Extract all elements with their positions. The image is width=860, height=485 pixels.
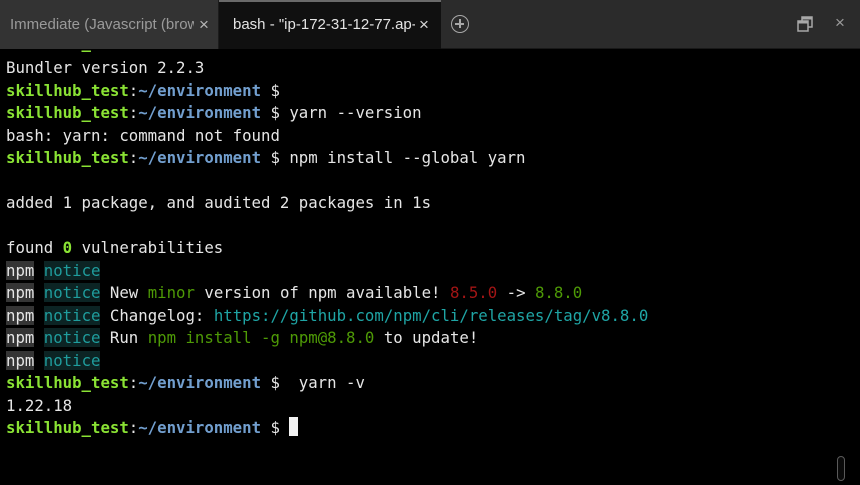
- npm-tag: npm: [6, 350, 35, 370]
- prompt-path: ~/environment: [138, 103, 262, 122]
- output-text: $ yarn --version: [261, 103, 422, 122]
- prompt-user: skillhub_test: [6, 148, 129, 167]
- output-text: 1.22.18: [6, 395, 73, 415]
- output-text: found: [6, 238, 63, 257]
- terminal-cursor: [289, 417, 299, 436]
- output-text: Bundler version 2.2.3: [6, 58, 205, 77]
- terminal-line: skillhub_test:~/environment $: [6, 417, 648, 440]
- output-text: Changelog:: [100, 305, 214, 325]
- tab-immediate-javascript[interactable]: Immediate (Javascript (brows ×: [0, 0, 219, 49]
- output-text: added 1 package, and audited 2 packages …: [6, 193, 432, 212]
- prompt-user: skillhub_test: [6, 373, 129, 392]
- output-text: :: [128, 418, 139, 437]
- terminal-line: skillhub_test:~/environment $ npm instal…: [6, 147, 648, 170]
- restore-window-icon[interactable]: [797, 16, 813, 32]
- output-text: :: [128, 148, 139, 167]
- npm-tag: npm: [6, 305, 35, 325]
- output-text: New: [100, 283, 148, 302]
- highlight-green: 8.8.0: [534, 283, 583, 302]
- highlight-green: npm install -g npm@8.8.0: [147, 328, 375, 347]
- terminal-line: npm notice: [6, 350, 648, 373]
- output-text: :: [128, 373, 139, 392]
- terminal-line: 1.22.18: [6, 395, 648, 418]
- changelog-link: https://github.com/npm/cli/releases/tag/…: [213, 305, 649, 325]
- output-text: version of npm available!: [194, 283, 450, 302]
- scrolled-line-fragment: skillhub_test: [0, 49, 860, 55]
- output-text: Run: [100, 328, 148, 347]
- plus-circle-icon[interactable]: [451, 15, 469, 33]
- terminal-output[interactable]: skillhub_test Bundler version 2.2.3 skill…: [0, 49, 860, 485]
- tab-label: Immediate (Javascript (brows: [10, 16, 194, 33]
- scrollbar-thumb[interactable]: [837, 456, 845, 481]
- terminal-line: Bundler version 2.2.3: [6, 57, 648, 80]
- terminal-lines: Bundler version 2.2.3 skillhub_test:~/env…: [6, 57, 648, 440]
- terminal-line: skillhub_test:~/environment $ yarn --ver…: [6, 102, 648, 125]
- output-text: $: [261, 418, 290, 437]
- tab-bar: Immediate (Javascript (brows × bash - "i…: [0, 0, 860, 49]
- terminal-line: added 1 package, and audited 2 packages …: [6, 192, 648, 215]
- output-text: $ yarn -v: [261, 373, 365, 392]
- prompt-path: ~/environment: [138, 418, 262, 437]
- npm-tag: npm: [6, 260, 35, 280]
- notice-tag: notice: [43, 350, 101, 370]
- terminal-line: bash: yarn: command not found: [6, 125, 648, 148]
- terminal-line: npm notice Run npm install -g npm@8.8.0 …: [6, 327, 648, 350]
- output-text: :: [128, 80, 139, 100]
- prompt-user: skillhub_test: [6, 80, 129, 100]
- terminal-line: npm notice Changelog: https://github.com…: [6, 305, 648, 328]
- terminal-line: npm notice New minor version of npm avai…: [6, 282, 648, 305]
- terminal-line: skillhub_test:~/environment $ yarn -v: [6, 372, 648, 395]
- prompt-user: skillhub_test: [6, 418, 129, 437]
- prompt-path: ~/environment: [138, 373, 262, 392]
- output-text: $: [261, 80, 280, 100]
- prompt-path: ~/environment: [138, 80, 262, 100]
- notice-tag: notice: [43, 260, 101, 280]
- old-version: 8.5.0: [449, 283, 498, 302]
- output-text: ->: [497, 283, 535, 302]
- output-text: bash: yarn: command not found: [6, 125, 280, 145]
- notice-tag: notice: [43, 328, 101, 347]
- terminal-line: found 0 vulnerabilities: [6, 237, 648, 260]
- output-text: $ npm install --global yarn: [261, 148, 526, 167]
- npm-tag: npm: [6, 328, 35, 347]
- tab-label: bash - "ip-172-31-12-77.ap-no: [233, 16, 415, 33]
- tab-bash-terminal[interactable]: bash - "ip-172-31-12-77.ap-no ×: [219, 0, 441, 49]
- notice-tag: notice: [43, 283, 101, 302]
- output-text: vulnerabilities: [72, 238, 224, 257]
- output-text: :: [128, 103, 139, 122]
- close-icon[interactable]: ×: [832, 12, 848, 34]
- vulnerability-count: 0: [62, 238, 73, 257]
- notice-tag: notice: [43, 305, 101, 325]
- terminal-line: npm notice: [6, 260, 648, 283]
- prompt-path: ~/environment: [138, 148, 262, 167]
- highlight-green: minor: [147, 283, 195, 302]
- close-icon[interactable]: ×: [417, 0, 431, 49]
- close-icon[interactable]: ×: [197, 0, 211, 49]
- npm-tag: npm: [6, 283, 35, 302]
- prompt-user: skillhub_test: [6, 103, 129, 122]
- output-text: to update!: [374, 328, 479, 347]
- terminal-line: skillhub_test:~/environment $: [6, 80, 648, 103]
